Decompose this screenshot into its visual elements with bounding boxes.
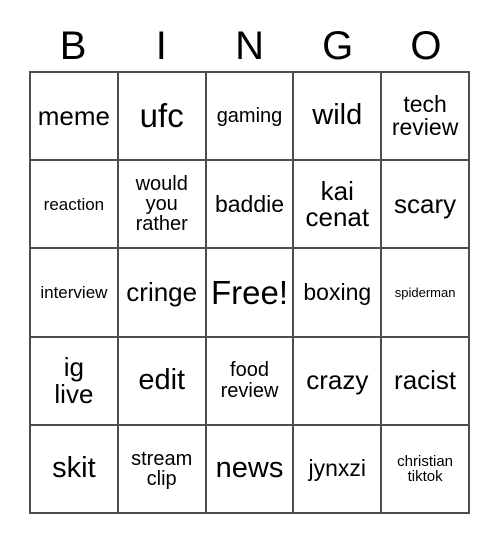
bingo-cell-label: meme [37, 100, 111, 131]
bingo-cell-g2[interactable]: kai cenat [294, 161, 383, 250]
bingo-cell-label: christian tiktok [397, 452, 454, 485]
bingo-cell-free-space[interactable]: Free! [206, 249, 295, 338]
bingo-cell-g3[interactable]: boxing [294, 249, 383, 338]
bingo-cell-o3[interactable]: spiderman [382, 249, 470, 338]
bingo-cell-label: scary [394, 189, 457, 220]
bingo-cell-i5[interactable]: stream clip [118, 425, 207, 514]
bingo-header-letter-i: I [155, 23, 167, 68]
bingo-header-letter-n: N [235, 23, 264, 68]
bingo-cell-g5[interactable]: jynxzi [294, 425, 383, 514]
bingo-cell-label: crazy [306, 365, 369, 396]
bingo-header-letter-o: O [410, 23, 442, 68]
bingo-cell-i3[interactable]: cringe [118, 249, 207, 338]
bingo-cell-b1[interactable]: meme [31, 73, 119, 162]
bingo-cell-o1[interactable]: tech review [382, 73, 470, 162]
bingo-cell-n4[interactable]: food review [206, 337, 295, 426]
bingo-cell-label: boxing [303, 278, 372, 305]
bingo-cell-o2[interactable]: scary [382, 161, 470, 250]
bingo-cell-b4[interactable]: ig live [31, 337, 119, 426]
bingo-cell-label: skit [52, 452, 96, 485]
bingo-cell-label: reaction [43, 194, 105, 214]
bingo-cell-label: kai cenat [305, 175, 370, 233]
bingo-cell-label: news [215, 452, 284, 485]
bingo-cell-label: cringe [126, 277, 198, 308]
bingo-cell-label: spiderman [394, 284, 456, 300]
bingo-grid: meme ufc gaming wild tech review reactio… [29, 71, 470, 514]
bingo-cell-b2[interactable]: reaction [31, 161, 119, 250]
bingo-cell-label: edit [138, 363, 186, 396]
bingo-card: B I N G O meme ufc gaming wild tech revi… [0, 0, 500, 544]
bingo-cell-n5[interactable]: news [206, 425, 295, 514]
bingo-header: B I N G O [29, 20, 470, 71]
bingo-cell-b3[interactable]: interview [31, 249, 119, 338]
bingo-cell-i4[interactable]: edit [118, 337, 207, 426]
bingo-cell-label: interview [40, 282, 108, 302]
bingo-cell-label: jynxzi [308, 455, 367, 482]
bingo-cell-g1[interactable]: wild [294, 73, 383, 162]
bingo-cell-label: gaming [216, 104, 283, 127]
bingo-cell-label: ig live [54, 352, 94, 409]
bingo-cell-n2[interactable]: baddie [206, 161, 295, 250]
bingo-cell-label: tech review [391, 90, 459, 141]
bingo-cell-i2[interactable]: would you rather [118, 161, 207, 250]
bingo-cell-label: ufc [139, 97, 184, 135]
bingo-cell-label: wild [312, 99, 363, 132]
bingo-header-letter-b: B [59, 23, 87, 68]
bingo-cell-label: racist [394, 365, 457, 396]
bingo-cell-g4[interactable]: crazy [294, 337, 383, 426]
bingo-cell-label: baddie [214, 190, 285, 217]
bingo-cell-o4[interactable]: racist [382, 337, 470, 426]
bingo-header-letter-g: G [322, 23, 354, 68]
bingo-cell-n1[interactable]: gaming [206, 73, 295, 162]
bingo-cell-label: would you rather [135, 172, 188, 236]
bingo-cell-b5[interactable]: skit [31, 425, 119, 514]
bingo-cell-i1[interactable]: ufc [118, 73, 207, 162]
bingo-cell-label: stream clip [131, 447, 193, 490]
bingo-cell-label: food review [220, 359, 279, 402]
bingo-free-space-label: Free! [210, 273, 288, 311]
bingo-cell-o5[interactable]: christian tiktok [382, 425, 470, 514]
